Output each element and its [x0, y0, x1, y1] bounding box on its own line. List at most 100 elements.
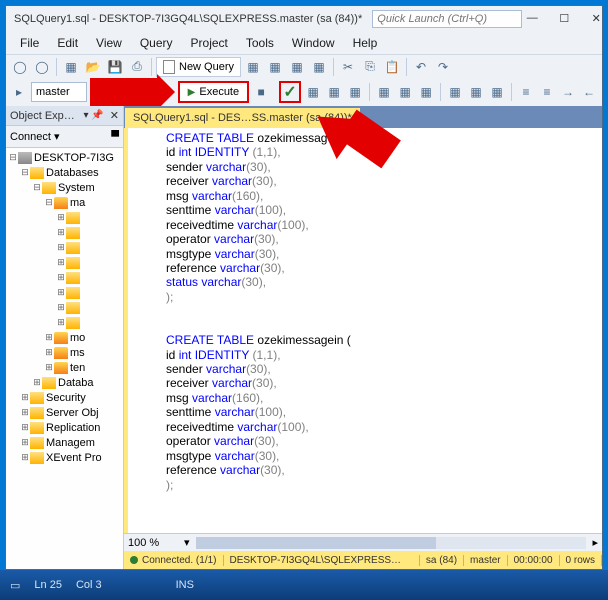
object-tree[interactable]: ⊟ DESKTOP-7I3G ⊟ Databases ⊟ System ⊟ ma ⊞ ⊞… — [6, 148, 123, 569]
tree-ms[interactable]: ms — [70, 347, 85, 359]
expand-icon[interactable]: ⊞ — [44, 332, 54, 343]
xmla-icon[interactable]: ▦ — [309, 57, 329, 77]
panel-close-icon[interactable]: ✕ — [110, 109, 119, 122]
window-title: SQLQuery1.sql - DESKTOP-7I3GQ4L\SQLEXPRE… — [14, 13, 362, 25]
connect-dropdown-icon[interactable]: ▀ — [111, 131, 119, 143]
tree-server[interactable]: DESKTOP-7I3G — [34, 152, 114, 164]
status-db: master — [464, 555, 508, 566]
expand-icon[interactable]: ⊞ — [20, 422, 30, 433]
sql-editor[interactable]: CREATE TABLE ozekimessageout id int IDEN… — [124, 128, 602, 533]
save-all-icon[interactable]: ⎙ — [127, 57, 147, 77]
tree-security[interactable]: Security — [46, 392, 86, 404]
client-stats-icon[interactable]: ▦ — [417, 82, 435, 102]
expand-icon[interactable]: ⊞ — [32, 377, 42, 388]
expand-icon[interactable]: ⊞ — [20, 437, 30, 448]
query-options-icon[interactable]: ▦ — [325, 82, 343, 102]
copy-icon[interactable]: ⎘ — [360, 57, 380, 77]
horizontal-scrollbar[interactable] — [196, 537, 587, 549]
scrollbar-thumb[interactable] — [196, 537, 436, 549]
expand-icon[interactable]: ⊞ — [20, 452, 30, 463]
expand-icon[interactable]: ⊞ — [56, 287, 66, 298]
estimated-plan-icon[interactable]: ▦ — [304, 82, 322, 102]
expand-icon[interactable]: ⊟ — [20, 167, 30, 178]
tree-xevent[interactable]: XEvent Pro — [46, 452, 102, 464]
indent-icon[interactable]: → — [559, 82, 577, 102]
pin-icon[interactable]: ▾ 📌 — [84, 110, 104, 121]
results-file-icon[interactable]: ▦ — [488, 82, 506, 102]
expand-icon[interactable]: ⊟ — [8, 152, 18, 163]
open-icon[interactable]: 📂 — [83, 57, 103, 77]
expand-icon[interactable]: ⊞ — [20, 407, 30, 418]
mdx-icon[interactable]: ▦ — [265, 57, 285, 77]
outdent-icon[interactable]: ← — [580, 82, 598, 102]
expand-icon[interactable]: ⊞ — [56, 302, 66, 313]
menu-view[interactable]: View — [88, 34, 130, 52]
expand-icon[interactable]: ⊞ — [56, 257, 66, 268]
folder-icon — [66, 212, 80, 224]
expand-icon[interactable]: ⊞ — [56, 242, 66, 253]
expand-icon[interactable]: ⊞ — [44, 347, 54, 358]
menu-file[interactable]: File — [12, 34, 47, 52]
tree-replication[interactable]: Replication — [46, 422, 100, 434]
redo-icon[interactable]: ↷ — [433, 57, 453, 77]
db-query-icon[interactable]: ▦ — [243, 57, 263, 77]
tree-mo[interactable]: mo — [70, 332, 85, 344]
tree-system[interactable]: System — [58, 182, 95, 194]
results-text-icon[interactable]: ▦ — [467, 82, 485, 102]
close-button[interactable]: ✕ — [586, 12, 606, 26]
live-stats-icon[interactable]: ▦ — [396, 82, 414, 102]
expand-icon[interactable]: ⊞ — [56, 227, 66, 238]
menu-window[interactable]: Window — [284, 34, 343, 52]
new-project-icon[interactable]: ▦ — [61, 57, 81, 77]
results-grid-icon[interactable]: ▦ — [446, 82, 464, 102]
execute-button[interactable]: ▶ Execute — [178, 81, 249, 103]
cut-icon[interactable]: ✂ — [338, 57, 358, 77]
paste-icon[interactable]: 📋 — [382, 57, 402, 77]
use-db-icon[interactable]: ▸ — [10, 82, 28, 102]
expand-icon[interactable]: ⊟ — [44, 197, 54, 208]
parse-button[interactable]: ✓ — [279, 81, 301, 103]
scroll-right-icon[interactable]: ▸ — [592, 536, 598, 549]
nav-fwd-icon[interactable]: ◯ — [32, 57, 52, 77]
tree-ma[interactable]: ma — [70, 197, 85, 209]
minimize-button[interactable]: — — [522, 12, 542, 26]
quick-launch-input[interactable] — [372, 10, 522, 28]
expand-icon[interactable]: ⊞ — [56, 272, 66, 283]
expand-icon[interactable]: ⊞ — [44, 362, 54, 373]
connect-bar[interactable]: Connect ▾ ▀ — [6, 126, 123, 148]
undo-icon[interactable]: ↶ — [411, 57, 431, 77]
database-select[interactable] — [31, 82, 87, 102]
dmx-icon[interactable]: ▦ — [287, 57, 307, 77]
comment-icon[interactable]: ≡ — [517, 82, 535, 102]
db-icon — [54, 347, 68, 359]
maximize-button[interactable]: ☐ — [554, 12, 574, 26]
expand-icon[interactable]: ⊞ — [20, 392, 30, 403]
uncomment-icon[interactable]: ≡ — [538, 82, 556, 102]
status-server: DESKTOP-7I3GQ4L\SQLEXPRESS… — [224, 555, 420, 566]
actual-plan-icon[interactable]: ▦ — [375, 82, 393, 102]
folder-icon — [30, 392, 44, 404]
tree-databa[interactable]: Databa — [58, 377, 93, 389]
menu-project[interactable]: Project — [183, 34, 236, 52]
tree-serverobj[interactable]: Server Obj — [46, 407, 99, 419]
taskbar[interactable]: ▭ Ln 25 Col 3 INS — [0, 570, 608, 600]
taskbar-app-icon[interactable]: ▭ — [10, 579, 20, 592]
tree-databases[interactable]: Databases — [46, 167, 99, 179]
intellisense-icon[interactable]: ▦ — [346, 82, 364, 102]
save-icon[interactable]: 💾 — [105, 57, 125, 77]
menu-query[interactable]: Query — [132, 34, 181, 52]
zoom-level[interactable]: 100 % — [128, 537, 184, 549]
menu-tools[interactable]: Tools — [238, 34, 282, 52]
tree-ten[interactable]: ten — [70, 362, 85, 374]
zoom-dropdown-icon[interactable]: ▾ — [184, 536, 190, 549]
expand-icon[interactable]: ⊞ — [56, 212, 66, 223]
expand-icon[interactable]: ⊞ — [56, 317, 66, 328]
stop-icon[interactable]: ■ — [252, 82, 270, 102]
menu-edit[interactable]: Edit — [49, 34, 86, 52]
tree-managem[interactable]: Managem — [46, 437, 95, 449]
expand-icon[interactable]: ⊟ — [32, 182, 42, 193]
status-connected: Connected. (1/1) — [142, 555, 217, 566]
editor-area: SQLQuery1.sql - DES…SS.master (sa (84))*… — [124, 106, 602, 569]
menu-help[interactable]: Help — [345, 34, 386, 52]
nav-back-icon[interactable]: ◯ — [10, 57, 30, 77]
